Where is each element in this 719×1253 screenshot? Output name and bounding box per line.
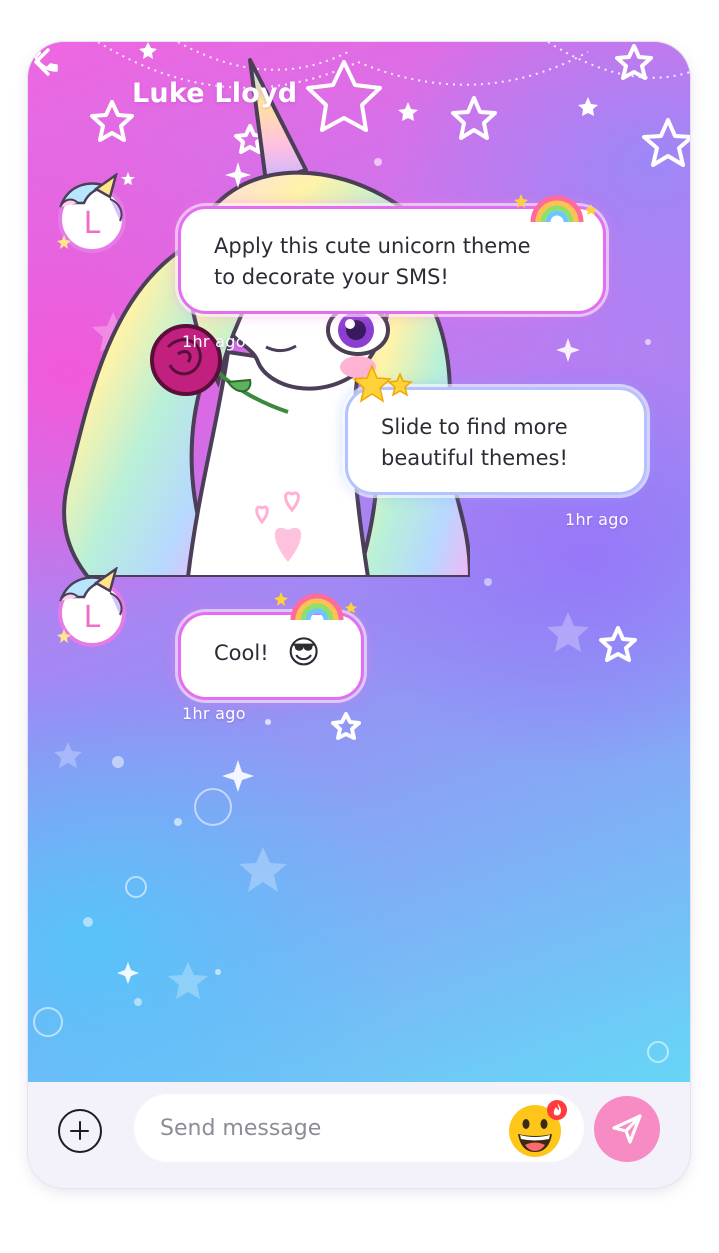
phone-icon[interactable] [28, 42, 62, 76]
send-button[interactable] [594, 1096, 660, 1162]
chat-background: Luke Lloyd L Apply this cute unicorn the… [28, 42, 690, 1082]
message-line: Cool! [214, 641, 269, 665]
avatar[interactable]: L [50, 567, 128, 649]
message-time: 1hr ago [182, 704, 246, 723]
message-line: beautiful themes! [381, 446, 568, 470]
message-time: 1hr ago [565, 510, 629, 529]
contact-name: Luke Lloyd [132, 78, 298, 109]
rainbow-icon [514, 194, 597, 223]
phone-frame: Luke Lloyd L Apply this cute unicorn the… [28, 42, 690, 1188]
grinning-face-icon[interactable] [507, 1098, 569, 1160]
stars-icon [352, 364, 413, 403]
chat-header: Luke Lloyd [28, 42, 690, 152]
paper-plane-icon [612, 1114, 642, 1144]
message-line: to decorate your SMS! [214, 265, 449, 289]
message-time: 1hr ago [182, 332, 246, 351]
avatar-letter: L [84, 206, 101, 241]
message-text: Apply this cute unicorn theme to decorat… [214, 231, 531, 293]
plus-circle-icon[interactable] [58, 1109, 102, 1153]
sunglasses-emoji-icon: 😎 [287, 633, 321, 671]
message-line: Apply this cute unicorn theme [214, 234, 531, 258]
message-line: Slide to find more [381, 415, 568, 439]
avatar-letter: L [84, 600, 101, 635]
rainbow-icon [274, 592, 357, 621]
avatar[interactable]: L [50, 173, 128, 255]
message-text: Slide to find more beautiful themes! [381, 412, 568, 474]
